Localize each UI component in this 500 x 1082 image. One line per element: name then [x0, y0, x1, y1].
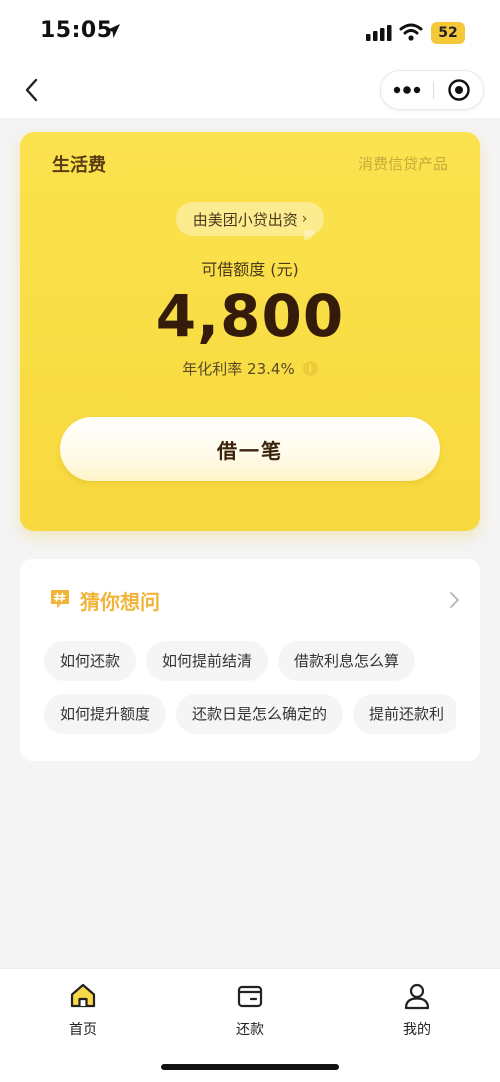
battery-icon: 52 — [431, 22, 465, 44]
loan-card: 生活费 消费信贷产品 由美团小贷出资 › 可借额度 (元) 4,800 年化利率… — [20, 132, 480, 531]
faq-chip[interactable]: 如何提升额度 — [44, 694, 167, 734]
more-dots-icon — [393, 86, 421, 94]
status-time: 15:05 — [40, 18, 113, 43]
borrow-button[interactable]: 借一笔 — [60, 417, 440, 481]
user-icon — [404, 983, 430, 1010]
close-button[interactable] — [434, 71, 484, 109]
hashtag-chat-icon — [51, 590, 69, 608]
faq-chip[interactable]: 如何还款 — [44, 641, 137, 681]
limit-amount: 4,800 — [155, 282, 345, 350]
faq-chip-row: 如何提升额度 还款日是怎么确定的 提前还款利 — [44, 694, 456, 734]
tab-mine[interactable]: 我的 — [357, 981, 477, 1041]
wifi-icon — [399, 22, 423, 46]
location-arrow-icon — [104, 22, 122, 44]
faq-title: 猜你想问 — [80, 590, 160, 614]
faq-chip[interactable]: 如何提前结清 — [146, 641, 269, 681]
status-bar: 15:05 52 — [0, 0, 500, 64]
wallet-icon — [237, 985, 263, 1008]
lender-tag[interactable]: 由美团小贷出资 › — [176, 202, 324, 240]
chevron-left-icon — [25, 78, 38, 102]
chevron-right-icon: › — [301, 211, 308, 227]
faq-chip[interactable]: 还款日是怎么确定的 — [176, 694, 344, 734]
lender-text: 由美团小贷出资 — [192, 210, 298, 229]
rate-row: 年化利率 23.4% i — [20, 358, 480, 379]
faq-chip[interactable]: 提前还款利 — [353, 694, 456, 734]
faq-chip-row: 如何还款 如何提前结清 借款利息怎么算 — [44, 641, 456, 681]
tab-label: 还款 — [236, 1022, 264, 1038]
mini-program-capsule — [380, 70, 484, 110]
chevron-right-icon[interactable] — [444, 589, 464, 611]
tab-repay[interactable]: 还款 — [190, 981, 310, 1041]
home-icon — [70, 983, 96, 1008]
target-close-icon — [448, 79, 470, 101]
signal-icon — [366, 24, 392, 46]
phone-screen: 15:05 52 生活费 消费信贷产品 由美团小贷出资 › 可借额度 (元) 4… — [0, 0, 500, 1082]
faq-card: 猜你想问 如何还款 如何提前结清 借款利息怎么算 如何提升额度 还款日是怎么确定的 提前… — [20, 559, 480, 761]
more-button[interactable] — [381, 71, 433, 109]
tab-label: 我的 — [403, 1022, 431, 1038]
product-type: 消费信贷产品 — [357, 155, 448, 173]
faq-chip[interactable]: 借款利息怎么算 — [278, 641, 416, 681]
tab-home[interactable]: 首页 — [23, 981, 143, 1041]
rate-label: 年化利率 23.4% — [182, 360, 295, 378]
back-button[interactable] — [14, 72, 50, 108]
nav-bar — [0, 64, 500, 118]
info-icon[interactable]: i — [302, 361, 318, 376]
product-name: 生活费 — [52, 155, 106, 176]
home-indicator — [161, 1064, 339, 1070]
tab-label: 首页 — [69, 1022, 97, 1038]
limit-label: 可借额度 (元) — [201, 260, 299, 279]
